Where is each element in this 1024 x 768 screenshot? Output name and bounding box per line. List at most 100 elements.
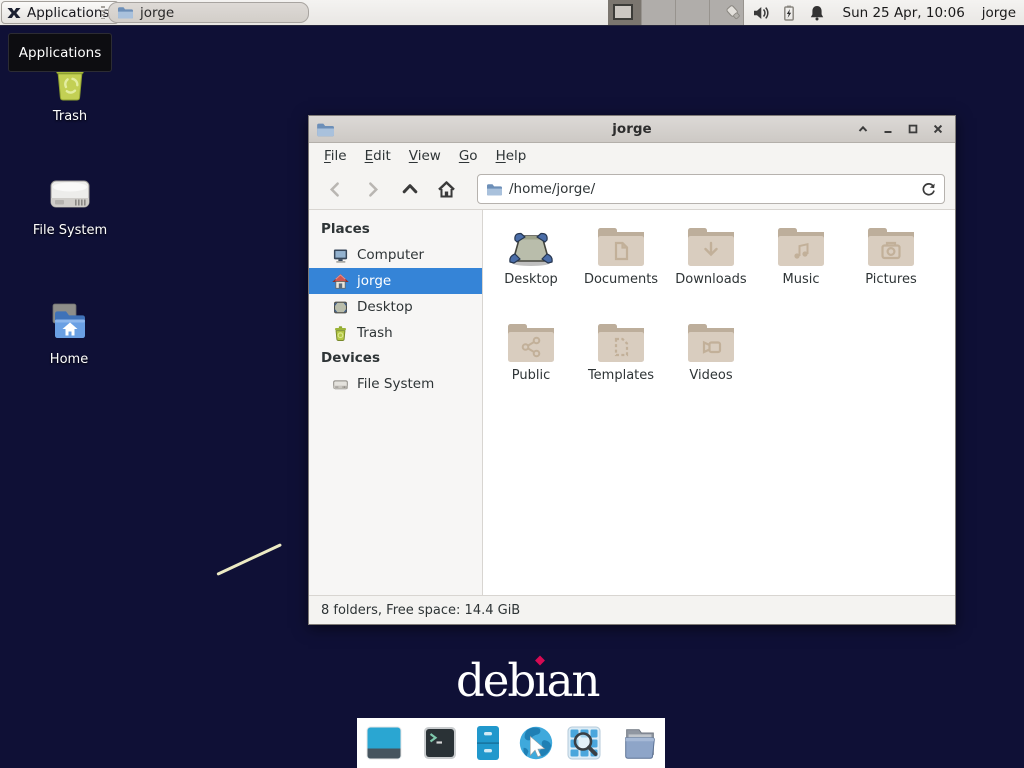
sidebar-header-devices: Devices: [309, 346, 482, 371]
toolbar: [309, 169, 955, 210]
file-manager-window: jorge File Edit View Go Help: [308, 115, 956, 625]
home-icon: [332, 273, 349, 290]
desktop-scribble-line: [216, 543, 282, 576]
taskbar-grip[interactable]: [101, 6, 105, 19]
notifications-bell-icon[interactable]: [808, 3, 827, 22]
sidebar-item-computer[interactable]: Computer: [309, 242, 482, 268]
reload-icon[interactable]: [921, 182, 936, 197]
folder-public-icon: [505, 319, 557, 365]
minimize-button[interactable]: [881, 122, 895, 136]
file-item-pictures[interactable]: Pictures: [846, 223, 936, 319]
taskbar-window-label: jorge: [140, 5, 174, 21]
terminal-icon[interactable]: [420, 723, 460, 763]
folder-documents-icon: [595, 223, 647, 269]
workspace-2[interactable]: [642, 0, 676, 25]
back-button[interactable]: [319, 174, 352, 204]
file-item-label: Videos: [689, 368, 732, 383]
menu-edit[interactable]: Edit: [356, 143, 400, 169]
wordmark-i: ı: [534, 654, 546, 707]
desktop-icon-label: Trash: [53, 109, 87, 124]
hard-drive-icon: [45, 170, 95, 218]
volume-icon[interactable]: [752, 3, 771, 22]
hard-drive-small-icon: [332, 376, 349, 393]
menu-view[interactable]: View: [400, 143, 450, 169]
applications-tooltip-text: Applications: [19, 45, 101, 61]
panel-clock[interactable]: Sun 25 Apr, 10:06: [843, 5, 965, 21]
file-item-downloads[interactable]: Downloads: [666, 223, 756, 319]
sidebar-item-label: Desktop: [357, 299, 413, 315]
taskbar-window-button[interactable]: jorge: [108, 2, 309, 23]
battery-icon[interactable]: [780, 3, 799, 22]
titlebar[interactable]: jorge: [309, 116, 955, 143]
statusbar: 8 folders, Free space: 14.4 GiB: [309, 595, 955, 624]
sidebar-item-jorge[interactable]: jorge: [309, 268, 482, 294]
workspace-1[interactable]: [608, 0, 642, 25]
sidebar: Places Computer jorge: [309, 210, 483, 595]
file-item-label: Desktop: [504, 272, 558, 287]
close-button[interactable]: [931, 122, 945, 136]
file-item-label: Downloads: [675, 272, 746, 287]
sidebar-item-desktop[interactable]: Desktop: [309, 294, 482, 320]
desktop-icon-label: Home: [50, 352, 88, 367]
folder-templates-icon: [595, 319, 647, 365]
sidebar-item-label: File System: [357, 376, 434, 392]
file-item-videos[interactable]: Videos: [666, 319, 756, 415]
file-item-public[interactable]: Public: [486, 319, 576, 415]
file-item-documents[interactable]: Documents: [576, 223, 666, 319]
path-input[interactable]: [509, 181, 914, 197]
folder-icon: [117, 6, 133, 19]
file-item-label: Pictures: [865, 272, 916, 287]
file-grid: Desktop Documents Downloads: [483, 210, 955, 595]
home-folder-icon: [44, 299, 94, 347]
forward-button[interactable]: [356, 174, 389, 204]
folder-videos-icon: [685, 319, 737, 365]
debian-wordmark: debıan: [456, 658, 598, 703]
up-button[interactable]: [393, 174, 426, 204]
path-folder-icon: [486, 183, 502, 196]
desktop-icon-file-system[interactable]: File System: [18, 170, 122, 238]
desktop-icon-label: File System: [33, 223, 107, 238]
menu-go[interactable]: Go: [450, 143, 487, 169]
file-item-label: Documents: [584, 272, 658, 287]
applications-tooltip: Applications: [8, 33, 112, 72]
show-desktop-icon[interactable]: [364, 723, 404, 763]
xfce-logo-icon: [6, 5, 22, 21]
shade-button[interactable]: [856, 122, 870, 136]
menu-help[interactable]: Help: [487, 143, 536, 169]
location-bar[interactable]: [477, 174, 945, 204]
desktop-icon: [332, 299, 349, 316]
folder-pictures-icon: [865, 223, 917, 269]
sidebar-item-label: Trash: [357, 325, 393, 341]
sidebar-item-label: jorge: [357, 273, 391, 289]
trash-small-icon: [332, 325, 349, 342]
desktop-workspace-icon: [505, 223, 557, 269]
home-button[interactable]: [430, 174, 463, 204]
sidebar-item-label: Computer: [357, 247, 424, 263]
sidebar-header-places: Places: [309, 217, 482, 242]
workspace-3[interactable]: [676, 0, 710, 25]
application-finder-icon[interactable]: [564, 723, 604, 763]
wordmark-pre: deb: [456, 654, 534, 707]
folder-dock-icon[interactable]: [620, 723, 660, 763]
menu-file[interactable]: File: [315, 143, 356, 169]
web-browser-icon[interactable]: [516, 723, 556, 763]
sidebar-item-trash[interactable]: Trash: [309, 320, 482, 346]
maximize-button[interactable]: [906, 122, 920, 136]
file-item-desktop[interactable]: Desktop: [486, 223, 576, 319]
top-panel: Applications jorge: [0, 0, 1024, 26]
sidebar-item-file-system[interactable]: File System: [309, 371, 482, 397]
removable-media-icon[interactable]: [724, 3, 743, 22]
menubar: File Edit View Go Help: [309, 143, 955, 169]
file-item-label: Templates: [588, 368, 654, 383]
desktop-icon-home[interactable]: Home: [17, 299, 121, 367]
computer-icon: [332, 247, 349, 264]
file-cabinet-icon[interactable]: [468, 723, 508, 763]
file-item-templates[interactable]: Templates: [576, 319, 666, 415]
file-item-music[interactable]: Music: [756, 223, 846, 319]
file-item-label: Public: [512, 368, 550, 383]
workspace-window-thumb: [613, 4, 633, 20]
wordmark-post: an: [547, 654, 599, 707]
system-tray: Sun 25 Apr, 10:06 jorge: [724, 0, 1019, 25]
folder-music-icon: [775, 223, 827, 269]
panel-username: jorge: [982, 5, 1016, 21]
